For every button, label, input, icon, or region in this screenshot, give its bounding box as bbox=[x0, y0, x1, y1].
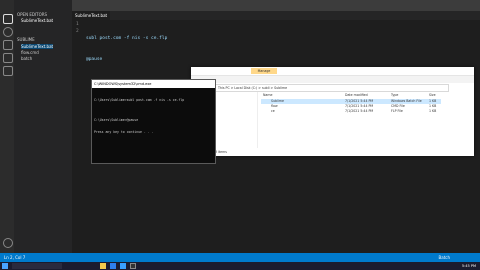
file-explorer-window: Manage This PC > Local Disk (C:) > subli… bbox=[191, 67, 474, 156]
cmd-line: Press any key to continue . . . bbox=[94, 130, 154, 134]
cmd-line: C:\Users\Sublime>subl post.com -f nis -s… bbox=[94, 98, 185, 102]
edge-icon[interactable] bbox=[110, 263, 116, 269]
column-name[interactable]: Name bbox=[263, 93, 272, 98]
tab-manage[interactable]: Manage bbox=[251, 68, 277, 74]
search-box[interactable] bbox=[12, 263, 62, 269]
sidebar-item-file-batch[interactable]: batch bbox=[21, 56, 32, 61]
extensions-icon[interactable] bbox=[3, 66, 13, 76]
status-bar: Ln 2, Col 7 Batch bbox=[0, 253, 480, 262]
cmd-line: C:\Users\Sublime>@pause bbox=[94, 118, 139, 122]
explorer-ribbon bbox=[191, 76, 474, 83]
line-number: 1 bbox=[76, 22, 79, 27]
editor-tabs: SublimeText.bat bbox=[72, 11, 480, 20]
address-bar[interactable]: This PC > Local Disk (C:) > subli > Subl… bbox=[215, 84, 449, 92]
clock[interactable]: 5:45 PM bbox=[462, 262, 476, 270]
code-area[interactable]: subl post.com -f nis -s ce.flp @pause bbox=[86, 21, 167, 70]
cmd-title: C:\WINDOWS\system32\cmd.exe bbox=[94, 82, 152, 86]
column-size[interactable]: Size bbox=[429, 93, 436, 98]
activity-bar bbox=[0, 0, 14, 262]
explorer-titlebar: Manage bbox=[191, 67, 474, 76]
cmd-icon[interactable] bbox=[130, 263, 136, 269]
cursor-position[interactable]: Ln 2, Col 7 bbox=[4, 253, 25, 262]
source-control-icon[interactable] bbox=[3, 40, 13, 50]
line-number: 2 bbox=[76, 29, 79, 34]
explorer-icon[interactable] bbox=[3, 14, 13, 24]
line-numbers: 1 2 bbox=[76, 21, 79, 35]
column-date[interactable]: Date modified bbox=[345, 93, 368, 98]
cmd-window: C:\WINDOWS\system32\cmd.exe C:\Users\Sub… bbox=[91, 79, 216, 164]
sidebar-item-open-editors[interactable]: OPEN EDITORS bbox=[17, 12, 47, 17]
code-line: subl post.com -f nis -s ce.flp bbox=[86, 36, 168, 41]
vscode-icon[interactable] bbox=[120, 263, 126, 269]
settings-gear-icon[interactable] bbox=[3, 238, 13, 248]
folder-icon[interactable] bbox=[100, 263, 106, 269]
start-icon[interactable] bbox=[2, 263, 8, 269]
sidebar-item-folder[interactable]: SUBLIME bbox=[17, 37, 35, 42]
cmd-output[interactable]: C:\Users\Sublime>subl post.com -f nis -s… bbox=[94, 90, 184, 142]
search-icon[interactable] bbox=[3, 27, 13, 37]
sidebar-item-open-file[interactable]: SublimeText.bat bbox=[21, 18, 53, 23]
cmd-titlebar: C:\WINDOWS\system32\cmd.exe bbox=[92, 80, 215, 88]
file-size: 1 KB bbox=[429, 109, 437, 113]
sidebar-item-file-flow[interactable]: flow.cmd bbox=[21, 50, 39, 55]
file-type: FLP File bbox=[391, 109, 403, 113]
sidebar-item-file-selected[interactable]: SublimeText.bat bbox=[21, 44, 54, 49]
status-item-count: 3 items bbox=[215, 150, 227, 154]
explorer-sidebar: OPEN EDITORS SublimeText.bat SUBLIME Sub… bbox=[14, 0, 72, 262]
taskbar: 5:45 PM bbox=[0, 262, 480, 270]
debug-icon[interactable] bbox=[3, 53, 13, 63]
code-line: @pause bbox=[86, 57, 103, 62]
window-titlebar bbox=[0, 0, 480, 11]
tab-active[interactable]: SublimeText.bat bbox=[72, 11, 111, 20]
file-date: 7/1/2021 5:44 PM bbox=[345, 109, 374, 113]
file-name[interactable]: ce bbox=[271, 109, 275, 114]
column-type[interactable]: Type bbox=[391, 93, 398, 98]
language-mode[interactable]: Batch bbox=[439, 253, 451, 262]
